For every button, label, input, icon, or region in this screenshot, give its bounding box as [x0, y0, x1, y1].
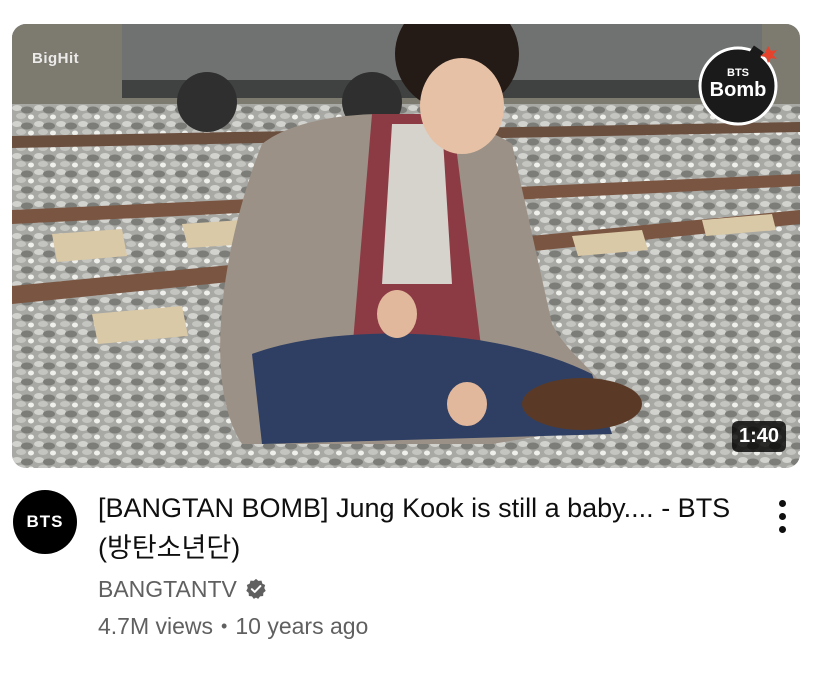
channel-name[interactable]: BANGTANTV — [98, 576, 237, 603]
more-vert-icon-dot — [778, 512, 786, 520]
view-count: 4.7M views — [98, 613, 214, 639]
duration-badge: 1:40 — [731, 421, 786, 452]
channel-row: BANGTANTV — [98, 573, 267, 605]
avatar-text: BTS — [26, 512, 64, 531]
video-thumbnail[interactable]: BigHit BTS Bomb 1:40 — [12, 24, 800, 468]
thumbnail-image — [12, 24, 800, 468]
bomb-logo-line1: BTS — [727, 67, 749, 79]
bomb-logo-line2: Bomb — [709, 79, 767, 101]
bomb-logo-text: BTS Bomb — [696, 67, 780, 101]
more-vert-icon — [778, 499, 786, 507]
upload-age: 10 years ago — [235, 613, 369, 639]
thumbnail-watermark: BigHit — [32, 50, 80, 67]
channel-avatar[interactable]: BTS — [13, 490, 77, 554]
video-title[interactable]: [BANGTAN BOMB] Jung Kook is still a baby… — [98, 488, 738, 568]
video-meta: 4.7M views • 10 years ago — [98, 613, 368, 640]
more-vert-icon-dot — [778, 525, 786, 533]
meta-separator: • — [221, 616, 228, 636]
more-options-button[interactable] — [762, 496, 802, 536]
bts-bomb-logo: BTS Bomb — [696, 42, 780, 126]
verified-badge-icon — [246, 578, 266, 599]
